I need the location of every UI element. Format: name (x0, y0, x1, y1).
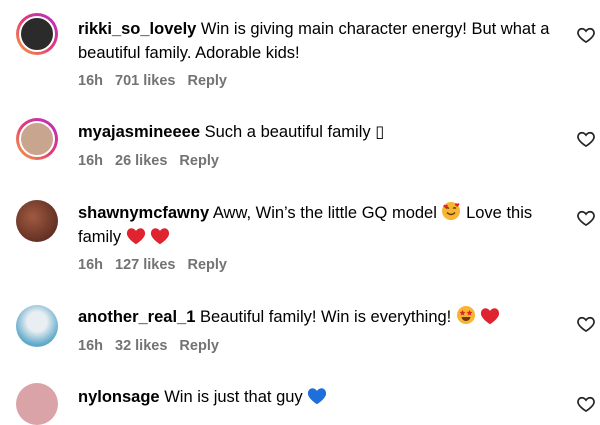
reply-button[interactable]: Reply (179, 338, 219, 354)
like-heart-icon[interactable] (576, 394, 596, 414)
comment-meta: 16h 127 likes Reply (78, 257, 239, 273)
avatar[interactable] (16, 383, 58, 425)
smiling-face-with-hearts-icon (442, 202, 461, 220)
comment-body: Win is just that guy (164, 388, 303, 406)
comment-time: 16h (78, 338, 103, 354)
comment-username[interactable]: another_real_1 (78, 308, 195, 326)
like-heart-icon[interactable] (576, 208, 596, 228)
reply-button[interactable]: Reply (187, 73, 227, 89)
avatar[interactable] (16, 200, 58, 242)
comment-username[interactable]: shawnymcfawny (78, 204, 209, 222)
comment-username[interactable]: rikki_so_lovely (78, 20, 196, 38)
comment-username[interactable]: myajasmineeee (78, 123, 200, 141)
comment-time: 16h (78, 73, 103, 89)
comment-meta: 16h 26 likes Reply (78, 153, 231, 169)
red-heart-icon (151, 228, 170, 245)
like-heart-icon[interactable] (576, 129, 596, 149)
blue-heart-icon (308, 388, 327, 405)
comment-likes[interactable]: 32 likes (115, 338, 167, 354)
avatar[interactable] (16, 305, 58, 347)
reply-button[interactable]: Reply (187, 257, 227, 273)
comment-time: 16h (78, 153, 103, 169)
like-heart-icon[interactable] (576, 314, 596, 334)
comment-meta: 16h 701 likes Reply (78, 73, 239, 89)
comment-body: Beautiful family! Win is everything! (200, 308, 452, 326)
like-heart-icon[interactable] (576, 25, 596, 45)
comment-body: Aww, Win’s the little GQ model (212, 204, 437, 222)
comment-meta: 16h 32 likes Reply (78, 338, 231, 354)
avatar[interactable] (16, 13, 58, 55)
red-heart-icon (126, 228, 145, 245)
comment-likes[interactable]: 127 likes (115, 257, 175, 273)
comment-text-block: nylonsage Win is just that guy (78, 385, 558, 409)
comment-likes[interactable]: 26 likes (115, 153, 167, 169)
comment-likes[interactable]: 701 likes (115, 73, 175, 89)
comment-text-block: myajasmineeee Such a beautiful family ▯ (78, 120, 558, 144)
red-heart-icon (481, 308, 500, 325)
comment-text-block: rikki_so_lovely Win is giving main chara… (78, 17, 558, 65)
comment-username[interactable]: nylonsage (78, 388, 160, 406)
reply-button[interactable]: Reply (179, 153, 219, 169)
comment-body: Such a beautiful family ▯ (204, 123, 385, 141)
comment-text-block: another_real_1 Beautiful family! Win is … (78, 305, 558, 329)
comment-text-block: shawnymcfawny Aww, Win’s the little GQ m… (78, 201, 558, 249)
avatar[interactable] (16, 118, 58, 160)
star-struck-icon (456, 306, 475, 324)
comment-time: 16h (78, 257, 103, 273)
